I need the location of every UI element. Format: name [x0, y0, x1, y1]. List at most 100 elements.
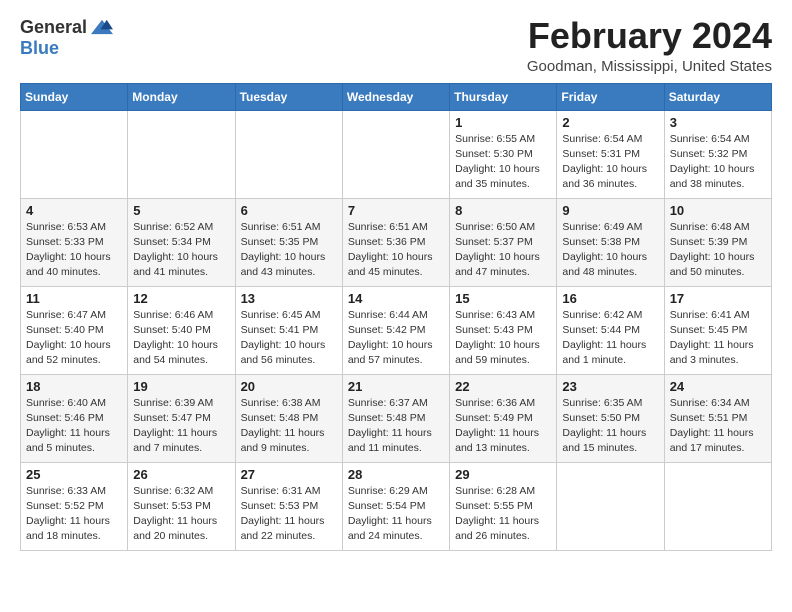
day-number: 3 [670, 115, 766, 130]
header-sunday: Sunday [21, 83, 128, 110]
day-number: 2 [562, 115, 658, 130]
day-info: Sunrise: 6:44 AM Sunset: 5:42 PM Dayligh… [348, 308, 444, 369]
calendar-week-1: 1 Sunrise: 6:55 AM Sunset: 5:30 PM Daylig… [21, 110, 772, 198]
header-monday: Monday [128, 83, 235, 110]
day-number: 16 [562, 291, 658, 306]
table-row: 2 Sunrise: 6:54 AM Sunset: 5:31 PM Daylig… [557, 110, 664, 198]
logo-general-text: General [20, 17, 87, 38]
day-info: Sunrise: 6:54 AM Sunset: 5:32 PM Dayligh… [670, 132, 766, 193]
day-number: 7 [348, 203, 444, 218]
day-number: 8 [455, 203, 551, 218]
header-friday: Friday [557, 83, 664, 110]
table-row: 18Sunrise: 6:40 AM Sunset: 5:46 PM Dayli… [21, 374, 128, 462]
table-row: 12 Sunrise: 6:46 AM Sunset: 5:40 PM Dayli… [128, 286, 235, 374]
day-number: 22 [455, 379, 551, 394]
table-row: 15 Sunrise: 6:43 AM Sunset: 5:43 PM Dayli… [450, 286, 557, 374]
day-number: 14 [348, 291, 444, 306]
day-number: 12 [133, 291, 229, 306]
day-number: 28 [348, 467, 444, 482]
location-text: Goodman, Mississippi, United States [527, 58, 772, 75]
table-row: 24 Sunrise: 6:34 AM Sunset: 5:51 PM Dayli… [664, 374, 771, 462]
day-number: 17 [670, 291, 766, 306]
table-row: 9 Sunrise: 6:49 AM Sunset: 5:38 PM Daylig… [557, 198, 664, 286]
day-number: 24 [670, 379, 766, 394]
table-row: 4 Sunrise: 6:53 AM Sunset: 5:33 PM Daylig… [21, 198, 128, 286]
table-row: 26 Sunrise: 6:32 AM Sunset: 5:53 PM Dayli… [128, 462, 235, 550]
day-info: Sunrise: 6:55 AM Sunset: 5:30 PM Dayligh… [455, 132, 551, 193]
day-info: Sunrise: 6:34 AM Sunset: 5:51 PM Dayligh… [670, 396, 766, 457]
calendar-week-4: 18Sunrise: 6:40 AM Sunset: 5:46 PM Dayli… [21, 374, 772, 462]
day-number: 4 [26, 203, 122, 218]
day-info: Sunrise: 6:35 AM Sunset: 5:50 PM Dayligh… [562, 396, 658, 457]
table-row [21, 110, 128, 198]
table-row: 29Sunrise: 6:28 AM Sunset: 5:55 PM Dayli… [450, 462, 557, 550]
table-row: 21Sunrise: 6:37 AM Sunset: 5:48 PM Dayli… [342, 374, 449, 462]
calendar-week-5: 25 Sunrise: 6:33 AM Sunset: 5:52 PM Dayli… [21, 462, 772, 550]
day-info: Sunrise: 6:36 AM Sunset: 5:49 PM Dayligh… [455, 396, 551, 457]
day-info: Sunrise: 6:40 AM Sunset: 5:46 PM Dayligh… [26, 396, 122, 457]
day-number: 20 [241, 379, 337, 394]
day-number: 15 [455, 291, 551, 306]
day-number: 5 [133, 203, 229, 218]
table-row: 3 Sunrise: 6:54 AM Sunset: 5:32 PM Daylig… [664, 110, 771, 198]
day-info: Sunrise: 6:51 AM Sunset: 5:36 PM Dayligh… [348, 220, 444, 281]
day-number: 23 [562, 379, 658, 394]
day-info: Sunrise: 6:29 AM Sunset: 5:54 PM Dayligh… [348, 484, 444, 545]
day-info: Sunrise: 6:32 AM Sunset: 5:53 PM Dayligh… [133, 484, 229, 545]
day-info: Sunrise: 6:28 AM Sunset: 5:55 PM Dayligh… [455, 484, 551, 545]
page-header: General Blue February 2024 Goodman, Miss… [20, 16, 772, 75]
table-row [128, 110, 235, 198]
day-info: Sunrise: 6:52 AM Sunset: 5:34 PM Dayligh… [133, 220, 229, 281]
day-number: 6 [241, 203, 337, 218]
table-row: 28 Sunrise: 6:29 AM Sunset: 5:54 PM Dayli… [342, 462, 449, 550]
logo-blue-text: Blue [20, 38, 59, 59]
day-info: Sunrise: 6:53 AM Sunset: 5:33 PM Dayligh… [26, 220, 122, 281]
table-row: 17 Sunrise: 6:41 AM Sunset: 5:45 PM Dayli… [664, 286, 771, 374]
day-info: Sunrise: 6:51 AM Sunset: 5:35 PM Dayligh… [241, 220, 337, 281]
day-info: Sunrise: 6:46 AM Sunset: 5:40 PM Dayligh… [133, 308, 229, 369]
table-row: 1 Sunrise: 6:55 AM Sunset: 5:30 PM Daylig… [450, 110, 557, 198]
table-row: 14 Sunrise: 6:44 AM Sunset: 5:42 PM Dayli… [342, 286, 449, 374]
table-row: 11 Sunrise: 6:47 AM Sunset: 5:40 PM Dayli… [21, 286, 128, 374]
day-number: 19 [133, 379, 229, 394]
table-row [235, 110, 342, 198]
day-number: 26 [133, 467, 229, 482]
header-wednesday: Wednesday [342, 83, 449, 110]
table-row: 23 Sunrise: 6:35 AM Sunset: 5:50 PM Dayli… [557, 374, 664, 462]
logo-icon [91, 16, 113, 38]
day-info: Sunrise: 6:45 AM Sunset: 5:41 PM Dayligh… [241, 308, 337, 369]
day-info: Sunrise: 6:50 AM Sunset: 5:37 PM Dayligh… [455, 220, 551, 281]
day-info: Sunrise: 6:47 AM Sunset: 5:40 PM Dayligh… [26, 308, 122, 369]
day-info: Sunrise: 6:43 AM Sunset: 5:43 PM Dayligh… [455, 308, 551, 369]
day-info: Sunrise: 6:38 AM Sunset: 5:48 PM Dayligh… [241, 396, 337, 457]
table-row: 7 Sunrise: 6:51 AM Sunset: 5:36 PM Daylig… [342, 198, 449, 286]
header-tuesday: Tuesday [235, 83, 342, 110]
day-info: Sunrise: 6:54 AM Sunset: 5:31 PM Dayligh… [562, 132, 658, 193]
table-row: 10 Sunrise: 6:48 AM Sunset: 5:39 PM Dayli… [664, 198, 771, 286]
day-number: 21 [348, 379, 444, 394]
table-row [342, 110, 449, 198]
day-number: 25 [26, 467, 122, 482]
day-number: 11 [26, 291, 122, 306]
day-info: Sunrise: 6:48 AM Sunset: 5:39 PM Dayligh… [670, 220, 766, 281]
table-row: 8 Sunrise: 6:50 AM Sunset: 5:37 PM Daylig… [450, 198, 557, 286]
table-row [557, 462, 664, 550]
day-info: Sunrise: 6:33 AM Sunset: 5:52 PM Dayligh… [26, 484, 122, 545]
day-info: Sunrise: 6:49 AM Sunset: 5:38 PM Dayligh… [562, 220, 658, 281]
day-number: 1 [455, 115, 551, 130]
calendar-header-row: Sunday Monday Tuesday Wednesday Thursday… [21, 83, 772, 110]
day-info: Sunrise: 6:41 AM Sunset: 5:45 PM Dayligh… [670, 308, 766, 369]
calendar-week-3: 11 Sunrise: 6:47 AM Sunset: 5:40 PM Dayli… [21, 286, 772, 374]
day-info: Sunrise: 6:39 AM Sunset: 5:47 PM Dayligh… [133, 396, 229, 457]
day-number: 10 [670, 203, 766, 218]
table-row: 5 Sunrise: 6:52 AM Sunset: 5:34 PM Daylig… [128, 198, 235, 286]
day-info: Sunrise: 6:31 AM Sunset: 5:53 PM Dayligh… [241, 484, 337, 545]
table-row: 19 Sunrise: 6:39 AM Sunset: 5:47 PM Dayli… [128, 374, 235, 462]
day-number: 13 [241, 291, 337, 306]
table-row: 6 Sunrise: 6:51 AM Sunset: 5:35 PM Daylig… [235, 198, 342, 286]
table-row [664, 462, 771, 550]
table-row: 16Sunrise: 6:42 AM Sunset: 5:44 PM Dayli… [557, 286, 664, 374]
title-area: February 2024 Goodman, Mississippi, Unit… [527, 16, 772, 75]
day-number: 9 [562, 203, 658, 218]
table-row: 13 Sunrise: 6:45 AM Sunset: 5:41 PM Dayli… [235, 286, 342, 374]
